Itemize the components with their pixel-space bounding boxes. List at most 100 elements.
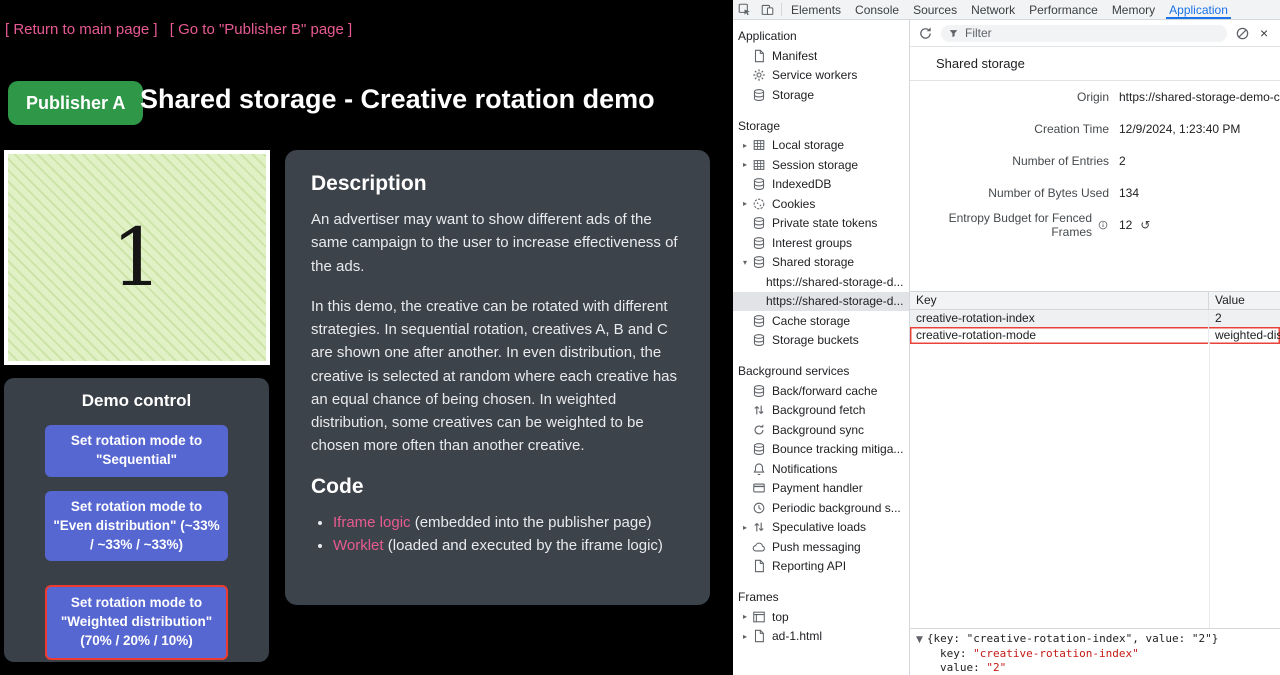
- publisher-b-link[interactable]: [ Go to "Publisher B" page ]: [170, 21, 352, 38]
- tab-sources[interactable]: Sources: [906, 0, 964, 19]
- tab-network[interactable]: Network: [964, 0, 1022, 19]
- devtools-window: Elements Console Sources Network Perform…: [733, 0, 1280, 675]
- sidebar-item-service-workers[interactable]: Service workers: [733, 66, 909, 86]
- sidebar-section-application: Application Manifest Service workers Sto…: [733, 27, 909, 105]
- sidebar-item-shared-storage[interactable]: ▾ Shared storage: [733, 253, 909, 273]
- sidebar-item-shared-storage-origin-1[interactable]: https://shared-storage-d...: [733, 272, 909, 292]
- filter-input[interactable]: [963, 25, 1220, 41]
- sidebar-item-storage-buckets[interactable]: Storage buckets: [733, 331, 909, 351]
- description-paragraph: In this demo, the creative can be rotate…: [311, 295, 684, 458]
- code-heading: Code: [311, 475, 684, 499]
- chevron-right-icon[interactable]: ▸: [738, 523, 752, 532]
- sidebar-item-interest-groups[interactable]: Interest groups: [733, 233, 909, 253]
- sidebar-item-speculative-loads[interactable]: ▸ Speculative loads: [733, 518, 909, 538]
- description-heading: Description: [311, 172, 684, 196]
- meta-row-entropy-budget: Entropy Budget for Fenced Frames 12 ↺: [910, 209, 1280, 241]
- funnel-icon: [948, 28, 959, 39]
- database-icon: [752, 88, 766, 102]
- arrows-up-down-icon: [752, 403, 766, 417]
- sidebar-item-background-fetch[interactable]: Background fetch: [733, 401, 909, 421]
- filter-box[interactable]: [941, 25, 1227, 42]
- rotation-weighted-button[interactable]: Set rotation mode to "Weighted distribut…: [45, 585, 228, 660]
- cloud-icon: [752, 540, 766, 554]
- cookie-icon: [752, 197, 766, 211]
- clear-all-button[interactable]: [1235, 26, 1250, 41]
- document-icon: [752, 49, 766, 63]
- description-paragraph: An advertiser may want to show different…: [311, 208, 684, 278]
- ad-creative-frame: 1: [4, 150, 270, 365]
- metadata-section: Origin https://shared-storage-demo-co Cr…: [910, 81, 1280, 241]
- chevron-right-icon[interactable]: ▸: [738, 199, 752, 208]
- tab-console[interactable]: Console: [848, 0, 906, 19]
- sidebar-item-push-messaging[interactable]: Push messaging: [733, 537, 909, 557]
- sidebar-item-private-state-tokens[interactable]: Private state tokens: [733, 214, 909, 234]
- gear-icon: [752, 68, 766, 82]
- sidebar-item-shared-storage-origin-2[interactable]: https://shared-storage-d...: [733, 292, 909, 312]
- sidebar-item-cache-storage[interactable]: Cache storage: [733, 311, 909, 331]
- table-row-rotation-index[interactable]: creative-rotation-index 2: [910, 310, 1280, 327]
- database-icon: [752, 255, 766, 269]
- demo-control-heading: Demo control: [82, 391, 192, 411]
- tab-performance[interactable]: Performance: [1022, 0, 1105, 19]
- chevron-right-icon[interactable]: ▸: [738, 141, 752, 150]
- tab-elements[interactable]: Elements: [784, 0, 848, 19]
- column-header-value[interactable]: Value: [1209, 292, 1280, 309]
- chevron-right-icon[interactable]: ▸: [738, 160, 752, 169]
- sidebar-item-cookies[interactable]: ▸ Cookies: [733, 194, 909, 214]
- sidebar-section-frames: Frames ▸ top ▸ ad-1.html: [733, 588, 909, 646]
- code-list: Iframe logic (embedded into the publishe…: [311, 511, 684, 558]
- sidebar-item-notifications[interactable]: Notifications: [733, 459, 909, 479]
- close-icon[interactable]: ×: [1258, 26, 1270, 40]
- entry-preview: ▼{key: "creative-rotation-index", value:…: [910, 628, 1280, 675]
- sidebar-item-reporting-api[interactable]: Reporting API: [733, 557, 909, 577]
- refresh-button[interactable]: [918, 26, 933, 41]
- meta-row-creation-time: Creation Time 12/9/2024, 1:23:40 PM: [910, 113, 1280, 145]
- sidebar-item-manifest[interactable]: Manifest: [733, 46, 909, 66]
- tab-memory[interactable]: Memory: [1105, 0, 1162, 19]
- reset-icon[interactable]: ↺: [1140, 218, 1150, 232]
- worklet-link[interactable]: Worklet: [333, 537, 384, 554]
- rotation-sequential-button[interactable]: Set rotation mode to "Sequential": [45, 425, 228, 477]
- inspect-icon[interactable]: [733, 0, 756, 19]
- sync-icon: [752, 423, 766, 437]
- sidebar-item-bounce-tracking-mitigations[interactable]: Bounce tracking mitiga...: [733, 440, 909, 460]
- sidebar-item-local-storage[interactable]: ▸ Local storage: [733, 136, 909, 156]
- sidebar-item-storage[interactable]: Storage: [733, 85, 909, 105]
- table-row-rotation-mode[interactable]: creative-rotation-mode weighted-distribu…: [910, 327, 1280, 344]
- top-nav: [ Return to main page ] [ Go to "Publish…: [5, 21, 360, 38]
- meta-row-entries: Number of Entries 2: [910, 145, 1280, 177]
- device-toolbar-icon[interactable]: [756, 0, 779, 19]
- divider: [781, 3, 782, 16]
- chevron-down-icon[interactable]: ▾: [738, 258, 752, 267]
- frame-icon: [752, 610, 766, 624]
- chevron-right-icon[interactable]: ▸: [738, 612, 752, 621]
- storage-items-table: Key Value creative-rotation-index 2 crea…: [910, 291, 1280, 628]
- sidebar-item-indexeddb[interactable]: IndexedDB: [733, 175, 909, 195]
- sidebar-item-background-sync[interactable]: Background sync: [733, 420, 909, 440]
- list-item: Iframe logic (embedded into the publishe…: [333, 511, 684, 534]
- section-header: Background services: [733, 362, 909, 381]
- page-icon: [752, 629, 766, 643]
- table-header: Key Value: [910, 292, 1280, 310]
- return-main-link[interactable]: [ Return to main page ]: [5, 21, 158, 38]
- caret-down-icon[interactable]: ▼: [916, 635, 923, 645]
- sidebar-item-payment-handler[interactable]: Payment handler: [733, 479, 909, 499]
- sidebar-item-periodic-background-sync[interactable]: Periodic background s...: [733, 498, 909, 518]
- tab-application[interactable]: Application: [1162, 0, 1235, 19]
- database-icon: [752, 216, 766, 230]
- iframe-logic-link[interactable]: Iframe logic: [333, 514, 411, 531]
- section-header: Application: [733, 27, 909, 46]
- list-item: Worklet (loaded and executed by the ifra…: [333, 534, 684, 557]
- section-header: Storage: [733, 117, 909, 136]
- rotation-even-button[interactable]: Set rotation mode to "Even distribution"…: [45, 491, 228, 562]
- page-title: Shared storage - Creative rotation demo: [140, 84, 655, 115]
- sidebar-item-back-forward-cache[interactable]: Back/forward cache: [733, 381, 909, 401]
- sidebar-item-frame-ad-1[interactable]: ▸ ad-1.html: [733, 627, 909, 647]
- preview-entry-value: value"2": [916, 661, 1280, 675]
- sidebar-item-frame-top[interactable]: ▸ top: [733, 607, 909, 627]
- column-header-key[interactable]: Key: [910, 292, 1209, 309]
- chevron-right-icon[interactable]: ▸: [738, 632, 752, 641]
- bell-icon: [752, 462, 766, 476]
- sidebar-item-session-storage[interactable]: ▸ Session storage: [733, 155, 909, 175]
- info-icon[interactable]: [1097, 219, 1109, 231]
